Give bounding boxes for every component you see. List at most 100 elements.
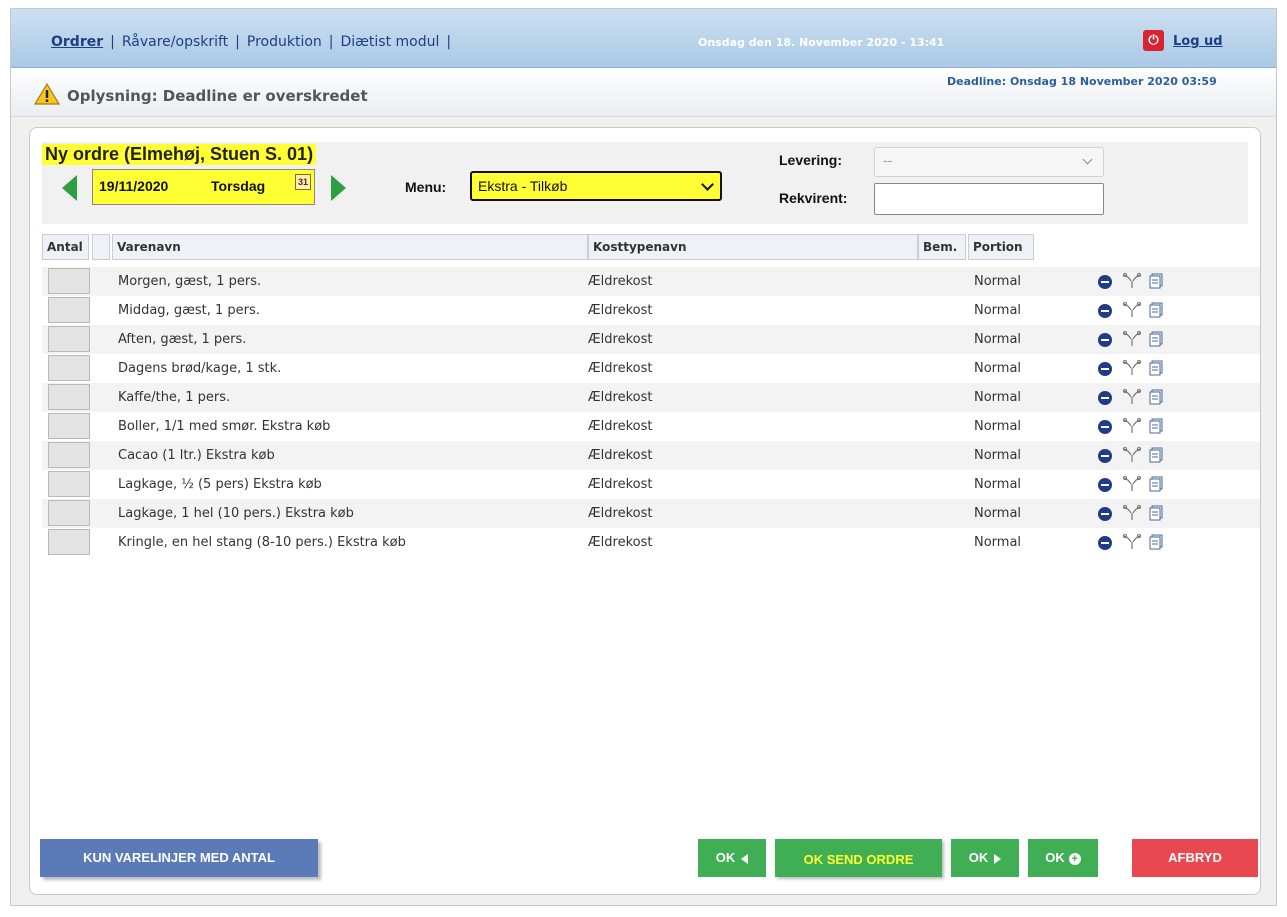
antal-input[interactable] [48, 326, 90, 352]
portion-cell: Normal [974, 477, 1022, 492]
column-header-blank [92, 234, 110, 260]
document-icon[interactable] [1149, 418, 1163, 434]
chevron-down-icon [701, 178, 714, 191]
main-nav: Ordrer | Råvare/opskrift | Produktion | Diætis… [51, 34, 458, 50]
minus-circle-icon[interactable] [1098, 536, 1112, 550]
scissors-icon[interactable] [1122, 446, 1142, 464]
current-datetime: Onsdag den 18. November 2020 - 13:41 [698, 36, 945, 49]
levering-label: Levering: [779, 152, 843, 168]
minus-circle-icon[interactable] [1098, 333, 1112, 347]
ok-add-button[interactable]: OK + [1028, 839, 1098, 877]
document-icon[interactable] [1149, 331, 1163, 347]
antal-input[interactable] [48, 500, 90, 526]
scissors-icon[interactable] [1122, 359, 1142, 377]
scissors-icon[interactable] [1122, 475, 1142, 493]
varenavn-cell: Middag, gæst, 1 pers. [118, 303, 260, 318]
varenavn-cell: Lagkage, 1 hel (10 pers.) Ekstra køb [118, 506, 354, 521]
document-icon[interactable] [1149, 476, 1163, 492]
date-picker[interactable]: 19/11/2020 Torsdag 31 [92, 169, 315, 205]
rekvirent-input[interactable] [874, 183, 1104, 215]
kosttypenavn-cell: Ældrekost [588, 506, 653, 521]
arrow-right-icon [994, 853, 1002, 864]
document-icon[interactable] [1149, 447, 1163, 463]
scissors-icon[interactable] [1122, 504, 1142, 522]
minus-circle-icon[interactable] [1098, 304, 1112, 318]
scissors-icon[interactable] [1122, 272, 1142, 290]
column-header-kosttypenavn: Kosttypenavn [588, 234, 918, 260]
column-header-varenavn: Varenavn [112, 234, 588, 260]
antal-input[interactable] [48, 442, 90, 468]
menu-label: Menu: [405, 179, 447, 195]
top-navigation-bar: Ordrer | Råvare/opskrift | Produktion | Diætis… [11, 9, 1276, 68]
ok-previous-label: OK [715, 850, 736, 865]
antal-input[interactable] [48, 355, 90, 381]
varenavn-cell: Kaffe/the, 1 pers. [118, 390, 231, 405]
kun-varelinjer-med-antal-button[interactable]: KUN VARELINJER MED ANTAL [40, 839, 318, 877]
scissors-icon[interactable] [1122, 388, 1142, 406]
antal-input[interactable] [48, 529, 90, 555]
nav-ordrer[interactable]: Ordrer [51, 34, 103, 50]
scissors-icon[interactable] [1122, 533, 1142, 551]
kosttypenavn-cell: Ældrekost [588, 303, 653, 318]
afbryd-button[interactable]: AFBRYD [1132, 839, 1258, 877]
levering-selected-value: -- [883, 154, 893, 169]
kosttypenavn-cell: Ældrekost [588, 477, 653, 492]
portion-cell: Normal [974, 361, 1022, 376]
power-icon[interactable]: ⏻ [1143, 30, 1164, 51]
ok-add-label: OK [1045, 850, 1065, 865]
rekvirent-label: Rekvirent: [779, 190, 848, 206]
deadline-text: Deadline: Onsdag 18 November 2020 03:59 [947, 75, 1217, 88]
kosttypenavn-cell: Ældrekost [588, 361, 653, 376]
minus-circle-icon[interactable] [1098, 362, 1112, 376]
weekday-value: Torsdag [211, 178, 266, 194]
order-title: Ny ordre (Elmehøj, Stuen S. 01) [42, 144, 317, 165]
portion-cell: Normal [974, 448, 1022, 463]
minus-circle-icon[interactable] [1098, 391, 1112, 405]
ok-send-ordre-button[interactable]: OK SEND ORDRE [775, 839, 942, 877]
document-icon[interactable] [1149, 360, 1163, 376]
antal-input[interactable] [48, 384, 90, 410]
minus-circle-icon[interactable] [1098, 449, 1112, 463]
nav-diaetist-modul[interactable]: Diætist modul [341, 34, 440, 50]
next-day-arrow-icon[interactable] [331, 175, 346, 201]
document-icon[interactable] [1149, 273, 1163, 289]
menu-select[interactable]: Ekstra - Tilkøb [470, 171, 722, 201]
document-icon[interactable] [1149, 389, 1163, 405]
scissors-icon[interactable] [1122, 330, 1142, 348]
ok-next-button[interactable]: OK [951, 839, 1019, 877]
minus-circle-icon[interactable] [1098, 507, 1112, 521]
chevron-down-icon [1082, 154, 1093, 165]
calendar-icon[interactable]: 31 [295, 174, 311, 190]
varenavn-cell: Cacao (1 ltr.) Ekstra køb [118, 448, 275, 463]
ok-next-label: OK [968, 850, 989, 865]
document-icon[interactable] [1149, 505, 1163, 521]
minus-circle-icon[interactable] [1098, 478, 1112, 492]
antal-input[interactable] [48, 268, 90, 294]
table-row: Cacao (1 ltr.) Ekstra køb Ældrekost Normal [42, 441, 1260, 470]
portion-cell: Normal [974, 506, 1022, 521]
logout-link[interactable]: Log ud [1173, 34, 1223, 49]
nav-produktion[interactable]: Produktion [247, 34, 322, 50]
antal-input[interactable] [48, 297, 90, 323]
minus-circle-icon[interactable] [1098, 420, 1112, 434]
document-icon[interactable] [1149, 534, 1163, 550]
document-icon[interactable] [1149, 302, 1163, 318]
ok-previous-button[interactable]: OK [698, 839, 766, 877]
antal-input[interactable] [48, 413, 90, 439]
table-row: Dagens brød/kage, 1 stk. Ældrekost Normal [42, 354, 1260, 383]
arrow-left-icon [741, 853, 749, 864]
varenavn-cell: Morgen, gæst, 1 pers. [118, 274, 262, 289]
warning-icon [34, 82, 60, 105]
nav-raavare-opskrift[interactable]: Råvare/opskrift [122, 34, 228, 50]
kosttypenavn-cell: Ældrekost [588, 448, 653, 463]
previous-day-arrow-icon[interactable] [62, 175, 77, 201]
order-header: Ny ordre (Elmehøj, Stuen S. 01) 19/11/20… [42, 142, 1248, 224]
scissors-icon[interactable] [1122, 301, 1142, 319]
antal-input[interactable] [48, 471, 90, 497]
portion-cell: Normal [974, 535, 1022, 550]
minus-circle-icon[interactable] [1098, 275, 1112, 289]
column-header-portion: Portion [968, 234, 1034, 260]
scissors-icon[interactable] [1122, 417, 1142, 435]
table-row: Middag, gæst, 1 pers. Ældrekost Normal [42, 296, 1260, 325]
levering-select[interactable]: -- [874, 147, 1104, 177]
